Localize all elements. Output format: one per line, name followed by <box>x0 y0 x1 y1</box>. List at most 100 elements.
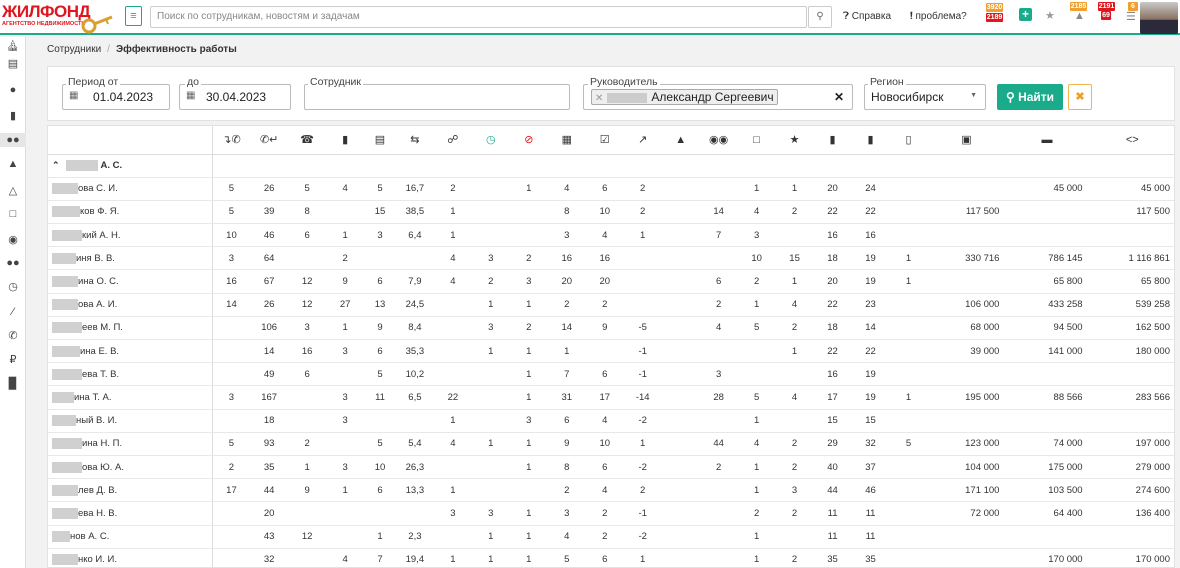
clock-green-icon[interactable]: ◷ <box>471 126 510 155</box>
table-row[interactable]: ков Ф. Я. 5 39 8 15 38,5 1 8 10 2 14 4 2 22 22 117 500 1… <box>48 200 1174 225</box>
bell-icon[interactable]: ▲ <box>1074 10 1085 22</box>
table-row[interactable]: ный В. И. 18 3 1 3 6 4 -2 1 15 15 <box>48 409 1174 433</box>
wrench-icon[interactable]: ⁄ <box>5 305 21 319</box>
find-button[interactable]: ⚲ Найти <box>997 84 1063 110</box>
table-cell: 26 <box>250 177 289 201</box>
employee-name-cell[interactable]: ина Т. А. <box>48 385 213 410</box>
group-row[interactable]: ⌃ А. С. <box>48 154 1174 178</box>
employee-name-cell[interactable]: ева Т. В. <box>48 362 213 387</box>
reset-filters-button[interactable]: ✖ <box>1068 84 1092 110</box>
building-icon[interactable]: ▮ <box>813 126 852 155</box>
outgoing-call-icon[interactable]: ↴✆ <box>212 126 251 155</box>
trophy-icon[interactable]: ★ <box>775 126 814 155</box>
chart-icon[interactable]: ▉ <box>5 377 21 391</box>
table-cell: 65 800 <box>1005 269 1089 294</box>
employee-name-cell[interactable]: еев М. П. <box>48 316 213 341</box>
bookmark-icon[interactable]: ▮ <box>326 126 365 155</box>
problem-link[interactable]: ❗︎ проблема? <box>910 11 967 22</box>
remove-chip-icon[interactable]: ✕ <box>595 93 603 104</box>
table-cell: 279 000 <box>1088 455 1174 480</box>
employee-name-cell[interactable]: лев Д. В. <box>48 478 213 503</box>
blocked-red-icon[interactable]: ⊘ <box>509 126 548 155</box>
group-icon[interactable]: ●● <box>5 256 21 270</box>
table-row[interactable]: нко И. И. 32 4 7 19,4 1 1 1 5 6 1 1 2 35 35 170 000 170 … <box>48 548 1174 567</box>
incoming-call-icon[interactable]: ✆↵ <box>250 126 289 155</box>
table-cell: 10 <box>212 223 251 248</box>
document-icon[interactable]: ▯ <box>889 126 928 155</box>
table-cell <box>1005 525 1089 549</box>
add-button[interactable]: + <box>1019 8 1032 21</box>
clock-icon[interactable]: ◷ <box>5 280 21 294</box>
card-icon[interactable]: ▬ <box>1005 126 1089 155</box>
table-cell <box>433 362 472 387</box>
bank-icon[interactable]: □ <box>737 126 776 155</box>
table-row[interactable]: кий А. Н. 10 46 6 1 3 6,4 1 3 4 1 7 3 16 16 <box>48 223 1174 248</box>
users-icon[interactable]: ●● <box>0 133 26 147</box>
chart-line-icon[interactable]: ↗ <box>623 126 662 155</box>
help-link[interactable]: ❓︎ Справка <box>843 11 891 22</box>
menu-toggle-button[interactable]: ≡ <box>125 6 142 26</box>
exchange-icon[interactable]: ⇆ <box>395 126 434 155</box>
document-icon[interactable]: ▮ <box>5 109 21 123</box>
list-icon[interactable]: ▤ <box>364 126 396 155</box>
table-row[interactable]: лев Д. В. 17 44 9 1 6 13,3 1 2 4 2 1 3 44 46 171 100 103… <box>48 478 1174 503</box>
user-icon[interactable]: ● <box>5 83 21 97</box>
phone-icon[interactable]: ✆ <box>5 329 21 343</box>
table-cell <box>471 223 510 248</box>
building-alt-icon[interactable]: ▮ <box>851 126 890 155</box>
org-structure-icon[interactable]: △ <box>5 184 21 198</box>
home-icon[interactable]: ⛪︎ <box>5 39 21 53</box>
table-row[interactable]: ина Н. П. 5 93 2 5 5,4 4 1 1 9 10 1 44 4 2 29 32 5 123 000… <box>48 432 1174 456</box>
employee-name-cell[interactable]: ева Н. В. <box>48 501 213 526</box>
calendar-icon[interactable]: ▦ <box>547 126 586 155</box>
employee-name-cell[interactable]: иня В. В. <box>48 246 213 271</box>
table-row[interactable]: еев М. П. 106 3 1 9 8,4 3 2 14 9 -5 4 5 2 18 14 68 000 94… <box>48 316 1174 341</box>
employee-name-cell[interactable]: нов А. С. <box>48 525 213 549</box>
avatar[interactable] <box>1140 2 1178 34</box>
employee-name-cell[interactable]: нко И. И. <box>48 548 213 567</box>
search-button[interactable]: ⚲ <box>808 6 832 28</box>
employee-name-cell[interactable]: ова Ю. А. <box>48 455 213 480</box>
employee-name-cell[interactable]: ова А. И. <box>48 293 213 317</box>
employee-name-cell[interactable]: ина Е. В. <box>48 339 213 364</box>
table-row[interactable]: нов А. С. 43 12 1 2,3 1 1 4 2 -2 1 11 11 <box>48 525 1174 549</box>
table-row[interactable]: иня В. В. 3 64 2 4 3 2 16 16 10 15 18 19 1 330 716 786 … <box>48 246 1174 271</box>
bank-icon[interactable]: □ <box>5 207 21 221</box>
logo[interactable]: ЖИЛФОНД АГЕНТСТВО НЕДВИЖИМОСТИ <box>2 3 114 34</box>
list-icon[interactable]: ▤ <box>5 57 21 71</box>
table-row[interactable]: ова Ю. А. 2 35 1 3 10 26,3 1 8 6 -2 2 1 2 40 37 104 000 1… <box>48 455 1174 480</box>
employee-name-cell[interactable]: кий А. Н. <box>48 223 213 248</box>
employee-name-cell[interactable]: ина О. С. <box>48 269 213 294</box>
table-row[interactable]: ина О. С. 16 67 12 9 6 7,9 4 2 3 20 20 6 2 1 20 19 1 65 80… <box>48 269 1174 294</box>
table-row[interactable]: ова А. И. 14 26 12 27 13 24,5 1 1 2 2 2 1 4 22 23 106 00… <box>48 293 1174 317</box>
employee-name-cell[interactable]: ков Ф. Я. <box>48 200 213 225</box>
graduation-icon[interactable]: ▲ <box>5 157 21 171</box>
money-icon[interactable]: ▣ <box>927 126 1006 155</box>
employee-name-cell[interactable]: ина Н. П. <box>48 432 213 456</box>
tasks-icon[interactable]: ☰ <box>1126 10 1136 23</box>
clear-manager-icon[interactable]: ✕ <box>834 90 844 104</box>
thumbs-up-icon[interactable]: ▲ <box>661 126 700 155</box>
table-row[interactable]: ина Е. В. 14 16 3 6 35,3 1 1 1 -1 1 22 22 39 000 141 0… <box>48 339 1174 364</box>
code-icon[interactable]: <> <box>1088 126 1174 155</box>
table-cell: 23 <box>851 293 890 317</box>
calendar-check-icon[interactable]: ☑ <box>585 126 624 155</box>
table-cell: 88 566 <box>1005 385 1089 410</box>
employee-name-cell[interactable]: ный В. И. <box>48 409 213 433</box>
binoculars-icon[interactable]: ◉◉ <box>699 126 738 155</box>
table-row[interactable]: ева Т. В. 49 6 5 10,2 1 7 6 -1 3 16 19 <box>48 362 1174 387</box>
table-row[interactable]: ова С. И. 5 26 5 4 5 16,7 2 1 4 6 2 1 1 20 24 45 000 45 0… <box>48 177 1174 201</box>
ruble-icon[interactable]: ₽ <box>5 353 21 367</box>
breadcrumb-parent[interactable]: Сотрудники <box>47 44 101 55</box>
employee-name-cell[interactable]: ова С. И. <box>48 177 213 201</box>
table-row[interactable]: ева Н. В. 20 3 3 1 3 2 -1 2 2 11 11 72 000 64 400 136 … <box>48 501 1174 526</box>
phone-icon[interactable]: ☎ <box>288 126 327 155</box>
table-row[interactable]: ина Т. А. 3 167 3 11 6,5 22 1 31 17 -14 28 5 4 17 19 1 19… <box>48 385 1174 410</box>
table-cell: 1 <box>471 293 510 317</box>
link-icon[interactable]: ☍ <box>433 126 472 155</box>
search-input[interactable]: Поиск по сотрудникам, новостям и задачам <box>150 6 807 28</box>
table-cell: 3 <box>471 316 510 341</box>
star-icon[interactable]: ★ <box>1045 9 1055 22</box>
chevron-up-icon[interactable]: ⌃ <box>52 160 60 170</box>
info-icon[interactable]: ◉ <box>5 233 21 247</box>
